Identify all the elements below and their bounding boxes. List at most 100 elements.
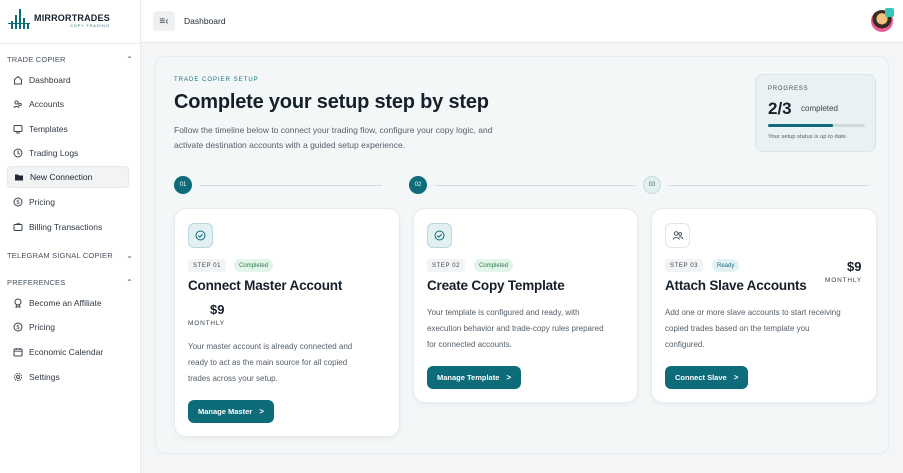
svg-text:$: $ [16, 199, 20, 206]
check-circle-icon [427, 223, 452, 248]
sidebar-item-billing-transactions[interactable]: Billing Transactions [7, 216, 129, 238]
section-telegram-signal-copier[interactable]: TELEGRAM SIGNAL COPIER ⌄ [7, 251, 133, 260]
section-title: TELEGRAM SIGNAL COPIER [7, 251, 113, 260]
sidebar-item-economic-calendar[interactable]: Economic Calendar [7, 341, 129, 363]
manage-master-button[interactable]: Manage Master > [188, 400, 274, 423]
button-label: Manage Master [198, 407, 253, 416]
chevron-right-icon: > [733, 373, 739, 382]
description-line: trades across your setup. [188, 374, 278, 383]
step-card-connect-master: STEP 01 Completed Connect Master Account… [174, 208, 400, 437]
step-title: Create Copy Template [427, 278, 565, 293]
timeline-node-3: 03 [643, 176, 661, 194]
folder-icon [14, 172, 24, 182]
sidebar-item-accounts[interactable]: Accounts [7, 93, 129, 115]
sidebar-item-label: Dashboard [29, 75, 71, 85]
price-value: $9 [210, 302, 225, 317]
setup-description: Follow the timeline below to connect you… [174, 125, 493, 150]
timeline-line [669, 185, 869, 186]
step-card-attach-slave: STEP 03 Ready Attach Slave Accounts $9 M… [651, 208, 877, 403]
step-title: Attach Slave Accounts [665, 278, 807, 293]
logo-bars-icon [8, 9, 30, 32]
sidebar-item-pricing-preferences[interactable]: $ Pricing [7, 316, 129, 338]
progress-word: completed [801, 104, 838, 113]
button-label: Connect Slave [675, 373, 727, 382]
home-icon [13, 75, 23, 85]
button-label: Manage Template [437, 373, 500, 382]
logo[interactable]: MIRRORTRADES COPY TRADING [8, 9, 110, 32]
connect-slave-button[interactable]: Connect Slave > [665, 366, 749, 389]
timeline-line [435, 185, 635, 186]
sidebar-item-label: Pricing [29, 197, 55, 207]
sidebar-item-label: Accounts [29, 99, 64, 109]
sidebar-item-settings[interactable]: Settings [7, 366, 129, 388]
price-value: $9 [847, 259, 862, 274]
price-period: MONTHLY [188, 320, 225, 327]
step-number-tag: STEP 02 [427, 259, 466, 272]
collapse-menu-icon: ≡‹ [159, 15, 169, 27]
manage-template-button[interactable]: Manage Template > [427, 366, 522, 389]
sidebar-item-pricing[interactable]: $ Pricing [7, 191, 129, 213]
gear-icon [13, 372, 23, 382]
setup-eyebrow: TRADE COPIER SETUP [174, 77, 259, 83]
sidebar-item-label: Become an Affiliate [29, 298, 102, 308]
status-badge: Completed [474, 259, 514, 272]
sidebar-item-become-affiliate[interactable]: Become an Affiliate [7, 292, 129, 314]
sidebar-item-label: Economic Calendar [29, 347, 104, 357]
page-title: Dashboard [184, 16, 226, 26]
description-line: ready to act as the main source for all … [188, 358, 348, 367]
chevron-right-icon: > [259, 407, 264, 416]
section-preferences[interactable]: PREFERENCES ⌃ [7, 278, 133, 287]
progress-track [768, 124, 865, 127]
chevron-right-icon: > [506, 373, 512, 382]
sidebar-item-label: Templates [29, 124, 68, 134]
description-line: configured. [665, 340, 705, 349]
sidebar-toggle-button[interactable]: ≡‹ [153, 11, 175, 31]
sidebar-item-label: Settings [29, 372, 60, 382]
monitor-icon [13, 124, 23, 134]
clock-icon [13, 148, 23, 158]
sidebar-item-label: Trading Logs [29, 148, 79, 158]
progress-label: PROGRESS [768, 86, 809, 92]
sidebar-divider [0, 43, 141, 44]
status-badge: Completed [234, 259, 274, 272]
timeline-node-2: 02 [409, 176, 427, 194]
wallet-icon [13, 222, 23, 232]
description-line: execution behavior and trade-copy rules … [427, 324, 604, 333]
step-description: Your template is configured and ready, w… [427, 305, 604, 353]
sidebar-item-label: Billing Transactions [29, 222, 103, 232]
check-circle-icon [188, 223, 213, 248]
sidebar-item-new-connection[interactable]: New Connection [7, 166, 129, 188]
progress-fill [768, 124, 833, 127]
step-description: Your master account is already connected… [188, 339, 352, 387]
sidebar-item-templates[interactable]: Templates [7, 118, 129, 140]
sidebar: MIRRORTRADES COPY TRADING TRADE COPIER ⌃… [0, 0, 141, 473]
top-bar: ≡‹ Dashboard [141, 0, 903, 43]
step-number-tag: STEP 03 [665, 259, 704, 272]
users-icon [13, 99, 23, 109]
progress-note: Your setup status is up to date. [768, 134, 848, 140]
status-badge: Ready [712, 259, 740, 272]
dollar-icon: $ [13, 197, 23, 207]
progress-value: 2/3 [768, 99, 792, 118]
description-line: Add one or more slave accounts to start … [665, 308, 841, 317]
timeline-node-1: 01 [174, 176, 192, 194]
sidebar-item-dashboard[interactable]: Dashboard [7, 69, 129, 91]
section-title: TRADE COPIER [7, 55, 66, 64]
progress-card: PROGRESS 2/3 completed Your setup status… [755, 74, 876, 152]
description-line: Your template is configured and ready, w… [427, 308, 580, 317]
timeline-line [200, 185, 382, 186]
badge-icon [13, 298, 23, 308]
calendar-icon [13, 347, 23, 357]
section-title: PREFERENCES [7, 278, 66, 287]
step-card-create-template: STEP 02 Completed Create Copy Template Y… [413, 208, 638, 403]
description-line: copied trades based on the template you [665, 324, 810, 333]
step-title: Connect Master Account [188, 278, 343, 293]
setup-headline: Complete your setup step by step [174, 91, 489, 113]
dollar-icon: $ [13, 322, 23, 332]
sidebar-item-trading-logs[interactable]: Trading Logs [7, 142, 129, 164]
chevron-up-icon: ⌃ [126, 55, 133, 64]
description-line: Your master account is already connected… [188, 342, 353, 351]
chevron-down-icon: ⌄ [126, 251, 133, 260]
sidebar-item-label: Pricing [29, 322, 55, 332]
section-trade-copier[interactable]: TRADE COPIER ⌃ [7, 55, 133, 64]
